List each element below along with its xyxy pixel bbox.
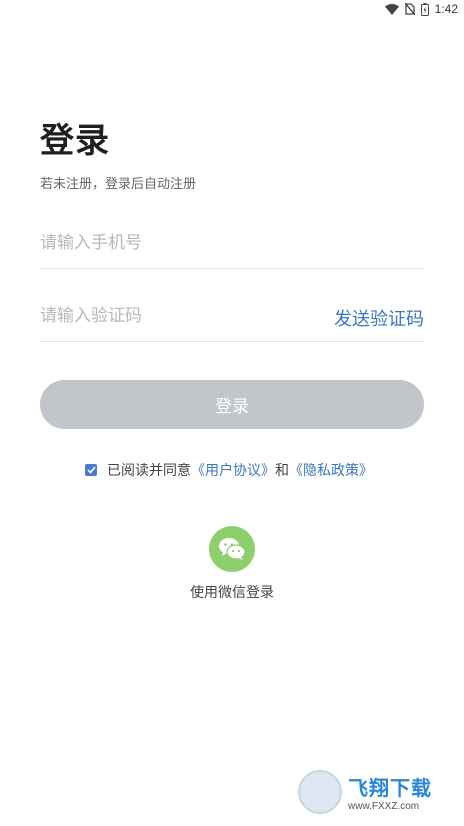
no-sim-icon bbox=[404, 3, 415, 15]
send-code-button[interactable]: 发送验证码 bbox=[334, 305, 424, 331]
phone-field bbox=[40, 217, 424, 269]
watermark: 飞翔下载 www.FXXZ.com bbox=[298, 769, 454, 815]
wifi-icon bbox=[384, 3, 399, 15]
privacy-policy-link[interactable]: 《隐私政策》 bbox=[289, 460, 373, 480]
phone-input[interactable] bbox=[40, 217, 300, 269]
wechat-icon bbox=[219, 538, 246, 560]
wechat-login-label: 使用微信登录 bbox=[190, 585, 274, 601]
code-field: 发送验证码 bbox=[40, 290, 424, 342]
watermark-text: 飞翔下载 www.FXXZ.com bbox=[348, 772, 432, 812]
user-agreement-link[interactable]: 《用户协议》 bbox=[191, 460, 275, 480]
agreement-checkbox[interactable] bbox=[85, 464, 97, 476]
wechat-login-button[interactable] bbox=[209, 526, 255, 572]
code-input[interactable] bbox=[40, 290, 300, 342]
watermark-logo-icon bbox=[298, 770, 342, 814]
agreement-row: 已阅读并同意 《用户协议》 和 《隐私政策》 bbox=[85, 460, 373, 480]
watermark-en: www.FXXZ.com bbox=[348, 801, 420, 812]
agreement-and: 和 bbox=[275, 463, 289, 479]
login-button[interactable]: 登录 bbox=[40, 380, 424, 429]
watermark-cn: 飞翔下载 bbox=[348, 776, 432, 800]
status-bar: 1:42 bbox=[0, 0, 464, 20]
check-icon bbox=[86, 466, 96, 474]
page-subtitle: 若未注册，登录后自动注册 bbox=[40, 177, 197, 192]
battery-icon bbox=[420, 2, 429, 16]
page-title: 登录 bbox=[40, 121, 110, 161]
agreement-prefix: 已阅读并同意 bbox=[107, 463, 191, 479]
status-icons: 1:42 bbox=[384, 2, 458, 16]
status-time: 1:42 bbox=[434, 2, 458, 16]
